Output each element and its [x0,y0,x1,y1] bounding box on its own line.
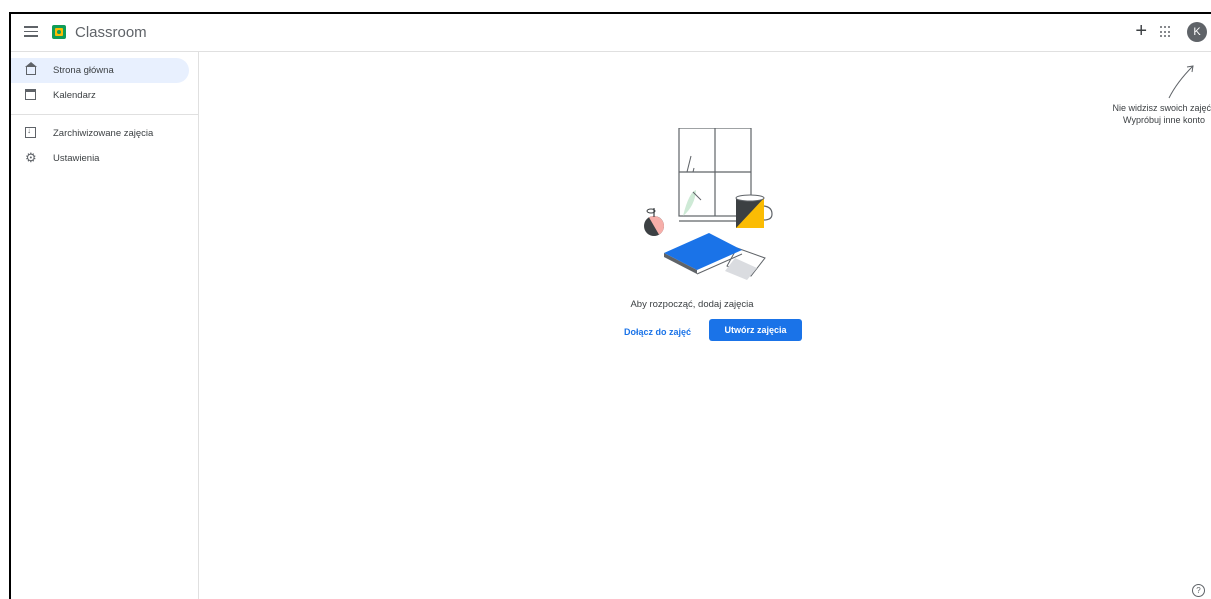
sidebar-item-home[interactable]: Strona główna [11,58,189,83]
browser-frame: Classroom + K Strona główna Kalendarz Za… [9,12,1211,599]
apps-grid-icon[interactable] [1160,26,1172,38]
classroom-logo-icon[interactable] [52,25,66,39]
sidebar: Strona główna Kalendarz Zarchiwizowane z… [11,52,199,599]
join-class-button[interactable]: Dołącz do zajęć [624,322,691,342]
app-title[interactable]: Classroom [75,24,147,41]
plus-icon[interactable]: + [1135,21,1147,41]
calendar-icon [25,89,36,100]
cropped-caption [0,0,1211,12]
sidebar-item-label: Ustawienia [53,153,100,164]
empty-state-message: Aby rozpocząć, dodaj zajęcia [630,299,754,310]
hint-line-2: Wypróbuj inne konto [1123,115,1205,125]
hint-line-1: Nie widzisz swoich zajęć [1112,103,1211,113]
home-icon [25,62,37,75]
switch-account-hint: Nie widzisz swoich zajęć Wypróbuj inne k… [1091,102,1211,126]
sidebar-item-label: Strona główna [53,65,114,76]
top-app-bar: Classroom + K [11,14,1211,52]
account-avatar[interactable]: K [1187,22,1207,42]
archive-icon [25,126,36,138]
sidebar-item-label: Kalendarz [53,90,96,101]
help-icon[interactable]: ? [1192,584,1205,597]
main-menu-icon[interactable] [24,26,38,38]
main-content: Aby rozpocząć, dodaj zajęcia Dołącz do z… [199,52,1211,599]
sidebar-item-calendar[interactable]: Kalendarz [11,83,198,108]
hint-arrow-icon [1168,65,1194,99]
sidebar-item-label: Zarchiwizowane zajęcia [53,128,154,139]
settings-icon: ⚙ [25,150,37,165]
empty-state-illustration [644,128,773,280]
sidebar-item-archived[interactable]: Zarchiwizowane zajęcia [11,121,198,146]
sidebar-item-settings[interactable]: ⚙ Ustawienia [11,146,198,171]
sidebar-divider [11,114,199,115]
create-class-button[interactable]: Utwórz zajęcia [709,319,802,341]
